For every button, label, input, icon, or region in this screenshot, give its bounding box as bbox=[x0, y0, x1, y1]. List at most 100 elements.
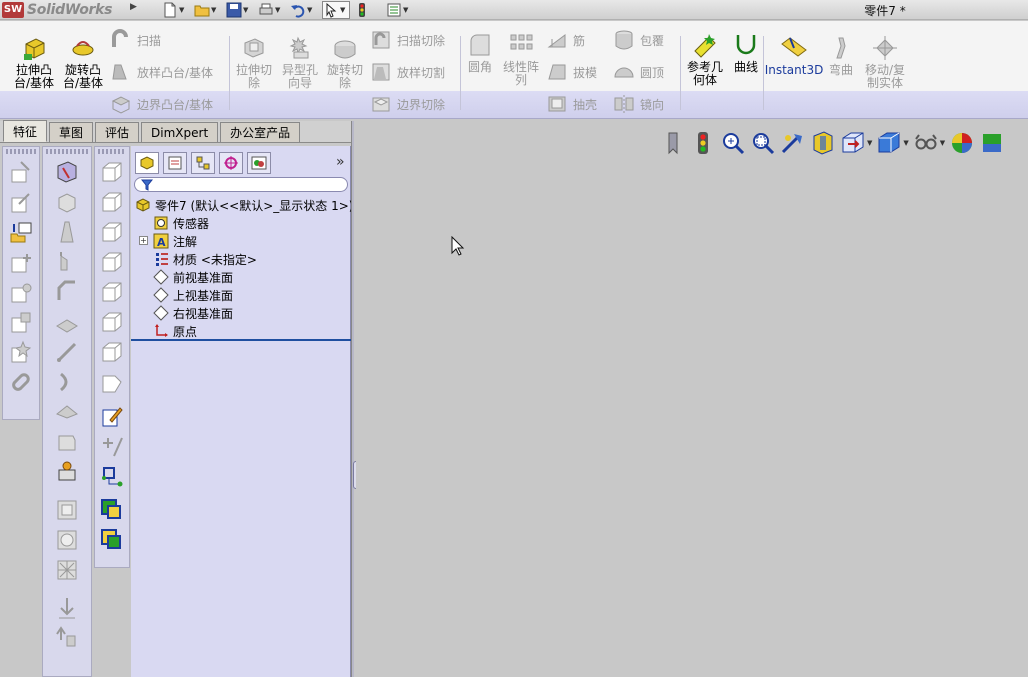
dome-button[interactable]: 圆顶 bbox=[613, 61, 664, 83]
new-document-button[interactable]: ▼ bbox=[162, 1, 190, 19]
tree-node-annotations[interactable]: + A 注解 bbox=[133, 232, 349, 250]
wrap-button[interactable]: 包覆 bbox=[613, 29, 664, 51]
sweep-cut-button[interactable]: 扫描切除 bbox=[370, 29, 445, 51]
dimxpert-manager-tab[interactable] bbox=[219, 152, 243, 174]
tree-node-top-plane[interactable]: 上视基准面 bbox=[133, 286, 349, 304]
linear-pattern-button[interactable]: 线性阵 列 bbox=[499, 31, 543, 87]
extrude-cut-button[interactable]: 拉伸切 除 bbox=[234, 34, 274, 90]
view-normal-to-button[interactable] bbox=[98, 368, 126, 396]
apply-scene-button[interactable] bbox=[979, 129, 1005, 157]
graphics-area[interactable] bbox=[356, 121, 1028, 677]
view-back-button[interactable] bbox=[98, 188, 126, 216]
rollback-bar[interactable] bbox=[131, 339, 351, 341]
feature-tree-tab[interactable] bbox=[135, 152, 159, 174]
delete-body-button[interactable] bbox=[53, 594, 81, 622]
insert-part-button[interactable] bbox=[98, 496, 126, 524]
revolve-boss-button[interactable]: 旋转凸 台/基体 bbox=[61, 34, 105, 90]
boss-base-button[interactable] bbox=[53, 158, 81, 186]
shell-button[interactable]: 抽壳 bbox=[546, 93, 597, 115]
more-tabs-chevron[interactable]: » bbox=[336, 154, 345, 170]
edit-appearance-button[interactable] bbox=[949, 129, 975, 157]
tab-sketch[interactable]: 草图 bbox=[49, 122, 94, 142]
view-front-button[interactable] bbox=[98, 158, 126, 186]
view-orientation-button[interactable]: ▼ bbox=[840, 129, 872, 157]
view-bottom-button[interactable] bbox=[98, 308, 126, 336]
quick-snaps-button[interactable] bbox=[7, 338, 35, 366]
extrude-boss-button[interactable]: 拉伸凸 台/基体 bbox=[12, 34, 56, 90]
smart-dimension-button[interactable] bbox=[7, 158, 35, 186]
tree-node-origin[interactable]: 原点 bbox=[133, 322, 349, 340]
boundary-boss-button[interactable]: 边界凸台/基体 bbox=[110, 93, 213, 115]
view-left-button[interactable] bbox=[98, 218, 126, 246]
deform-button[interactable] bbox=[53, 368, 81, 396]
coordinate-system-button[interactable] bbox=[98, 462, 126, 490]
display-style-button[interactable]: ▼ bbox=[876, 129, 909, 157]
rebuild-button[interactable] bbox=[354, 1, 382, 19]
split-line-button[interactable] bbox=[53, 248, 81, 276]
split-button[interactable] bbox=[53, 556, 81, 584]
loft-boss-button[interactable]: 放样凸台/基体 bbox=[110, 61, 213, 83]
intersect-button[interactable] bbox=[53, 526, 81, 554]
select-button[interactable]: ▼ bbox=[322, 1, 350, 19]
instant3d-button[interactable]: Instant3D bbox=[765, 34, 823, 77]
tree-node-front-plane[interactable]: 前视基准面 bbox=[133, 268, 349, 286]
loft-cut-button[interactable]: 放样切割 bbox=[370, 61, 445, 83]
chain-relations-button[interactable] bbox=[7, 368, 35, 396]
indent-button[interactable] bbox=[53, 398, 81, 426]
reference-geometry-button[interactable]: 参考几 何体 bbox=[684, 31, 726, 87]
move-copy-body-button[interactable]: 移动/复 制实体 bbox=[862, 34, 908, 90]
sweep-path-button[interactable] bbox=[53, 338, 81, 366]
edit-sketch-button[interactable] bbox=[98, 402, 126, 430]
configuration-manager-tab[interactable] bbox=[191, 152, 215, 174]
options-button[interactable]: ▼ bbox=[386, 1, 414, 19]
view-right-button[interactable] bbox=[98, 248, 126, 276]
toolbar-grip[interactable] bbox=[6, 149, 36, 154]
menu-arrow-icon[interactable]: ▶ bbox=[130, 2, 138, 18]
tree-filter-input[interactable] bbox=[134, 177, 348, 192]
panel-splitter[interactable] bbox=[351, 121, 354, 677]
sketch-button[interactable] bbox=[7, 188, 35, 216]
add-relation-button[interactable] bbox=[7, 248, 35, 276]
cut-feature-button[interactable] bbox=[53, 188, 81, 216]
tab-dimxpert[interactable]: DimXpert bbox=[141, 122, 219, 142]
display-relations-button[interactable] bbox=[7, 278, 35, 306]
insert-component-button[interactable] bbox=[98, 526, 126, 554]
imported-geometry-button[interactable] bbox=[53, 624, 81, 652]
rebuild-status-button[interactable] bbox=[690, 129, 716, 157]
thicken-button[interactable] bbox=[53, 308, 81, 336]
open-sketch-button[interactable] bbox=[7, 218, 35, 246]
section-view-button[interactable] bbox=[810, 129, 836, 157]
solidworks-logo[interactable]: SW SolidWorks bbox=[2, 1, 130, 19]
hide-show-items-button[interactable]: ▼ bbox=[913, 129, 945, 157]
combine-button[interactable] bbox=[53, 496, 81, 524]
undo-button[interactable]: ▼ bbox=[290, 1, 318, 19]
tab-features[interactable]: 特征 bbox=[3, 120, 48, 142]
tree-node-right-plane[interactable]: 右视基准面 bbox=[133, 304, 349, 322]
previous-view-button[interactable] bbox=[780, 129, 806, 157]
zoom-area-button[interactable] bbox=[750, 129, 776, 157]
tab-evaluate[interactable]: 评估 bbox=[95, 122, 140, 142]
view-isometric-button[interactable] bbox=[98, 338, 126, 366]
curves-button[interactable]: 曲线 bbox=[731, 31, 761, 74]
chamfer-button[interactable] bbox=[53, 278, 81, 306]
flex-button[interactable]: 弯曲 bbox=[826, 34, 856, 77]
save-button[interactable]: ▼ bbox=[226, 1, 254, 19]
tree-node-sensors[interactable]: 传感器 bbox=[133, 214, 349, 232]
repair-sketch-button[interactable] bbox=[7, 308, 35, 336]
view-palette-button[interactable] bbox=[660, 129, 686, 157]
add-point-button[interactable] bbox=[98, 432, 126, 460]
rib-button[interactable]: 筋 bbox=[546, 29, 585, 51]
mirror-button[interactable]: 镜向 bbox=[613, 93, 664, 115]
display-manager-tab[interactable] bbox=[247, 152, 271, 174]
fillet-button[interactable]: 圆角 bbox=[464, 31, 496, 74]
sweep-button[interactable]: 扫描 bbox=[110, 29, 161, 51]
toolbar-grip[interactable] bbox=[46, 149, 88, 154]
revolve-cut-button[interactable]: 旋转切 除 bbox=[325, 34, 365, 90]
free-form-button[interactable] bbox=[53, 428, 81, 456]
view-top-button[interactable] bbox=[98, 278, 126, 306]
tab-office-products[interactable]: 办公室产品 bbox=[220, 122, 301, 142]
draft-button[interactable]: 拔模 bbox=[546, 61, 597, 83]
toolbar-grip[interactable] bbox=[98, 149, 126, 154]
print-button[interactable]: ▼ bbox=[258, 1, 286, 19]
boundary-cut-button[interactable]: 边界切除 bbox=[370, 93, 445, 115]
